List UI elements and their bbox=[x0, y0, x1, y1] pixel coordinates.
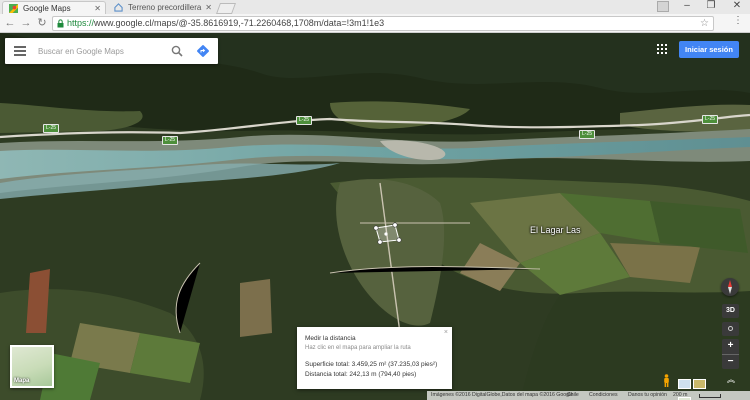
compass-needle-icon bbox=[728, 280, 732, 294]
sign-in-button[interactable]: Iniciar sesión bbox=[679, 41, 739, 58]
country-link[interactable]: Chile bbox=[567, 391, 579, 400]
place-label[interactable]: El Lagar Las bbox=[530, 225, 581, 235]
tab-close-icon[interactable]: ✕ bbox=[205, 1, 212, 14]
url-scheme: https:// bbox=[67, 18, 95, 28]
tab-google-maps[interactable]: Google Maps ✕ bbox=[2, 1, 106, 14]
feedback-link[interactable]: Danos tu opinión bbox=[628, 391, 667, 400]
reload-icon[interactable]: ↻ bbox=[35, 15, 49, 31]
total-distance: Distancia total: 242,13 m (794,40 pies) bbox=[305, 371, 417, 378]
browser-menu-icon[interactable]: ⋮ bbox=[733, 15, 743, 26]
home-favicon-icon bbox=[114, 3, 123, 12]
forward-arrow-icon[interactable]: → bbox=[19, 15, 33, 31]
measure-hint: Haz clic en el mapa para ampliar la ruta bbox=[305, 345, 411, 351]
total-area: Superficie total: 3.459,25 m² (37.235,03… bbox=[305, 361, 438, 368]
bookmark-star-icon[interactable]: ☆ bbox=[700, 17, 709, 30]
layer-thumb[interactable] bbox=[678, 379, 691, 389]
minimize-button[interactable]: – bbox=[676, 0, 698, 13]
footer-bar: Imágenes ©2016 DigitalGlobe,Datos del ma… bbox=[427, 391, 750, 400]
location-icon bbox=[728, 326, 733, 331]
url-text: https://www.google.cl/maps/@-35.8616919,… bbox=[67, 17, 384, 30]
lock-icon bbox=[57, 19, 64, 28]
imagery-thumbnails[interactable] bbox=[678, 376, 718, 400]
layer-thumb[interactable] bbox=[693, 379, 706, 389]
tab-label: Google Maps bbox=[23, 4, 71, 13]
new-tab-button[interactable] bbox=[215, 3, 237, 14]
measure-distance-panel: Medir la distancia Haz clic en el mapa p… bbox=[297, 327, 452, 389]
browser-title-bar: Google Maps ✕ Terreno precordillera lin…… bbox=[0, 0, 750, 25]
zoom-in-button[interactable]: + bbox=[722, 339, 739, 355]
user-profile-icon[interactable] bbox=[657, 1, 669, 12]
close-window-button[interactable]: ✕ bbox=[726, 0, 748, 13]
pegman-icon[interactable] bbox=[663, 374, 670, 387]
browser-toolbar: ← → ↻ https://www.google.cl/maps/@-35.86… bbox=[0, 14, 750, 33]
zoom-out-button[interactable]: − bbox=[722, 355, 739, 370]
my-location-button[interactable] bbox=[722, 322, 739, 336]
imagery-credit: Imágenes ©2016 DigitalGlobe,Datos del ma… bbox=[431, 392, 574, 398]
3d-button[interactable]: 3D bbox=[722, 304, 739, 318]
address-bar[interactable]: https://www.google.cl/maps/@-35.8616919,… bbox=[52, 16, 714, 31]
measure-title: Medir la distancia bbox=[305, 335, 356, 342]
google-maps-favicon-icon bbox=[9, 4, 18, 13]
minimap-label: Mapa bbox=[14, 378, 30, 384]
maximize-button[interactable]: ❐ bbox=[700, 0, 722, 13]
map-type-toggle[interactable]: Mapa bbox=[10, 345, 54, 388]
zoom-control: + − bbox=[722, 339, 739, 369]
directions-icon[interactable] bbox=[196, 44, 210, 58]
scale-bar bbox=[699, 394, 721, 398]
url-path: www.google.cl/maps/@-35.8616919,-71.2260… bbox=[94, 18, 385, 28]
expand-icon[interactable]: ︽ bbox=[727, 374, 735, 385]
highway-label: L-25 bbox=[579, 130, 596, 139]
google-apps-icon[interactable] bbox=[657, 44, 667, 54]
close-icon[interactable]: × bbox=[444, 329, 448, 336]
satellite-map[interactable]: L-25 L-25 L-25 L-25 L-25 El Lagar Las In… bbox=[0, 33, 750, 400]
terms-link[interactable]: Condiciones bbox=[589, 391, 618, 400]
highway-label: L-25 bbox=[296, 116, 313, 125]
back-arrow-icon[interactable]: ← bbox=[3, 15, 17, 31]
scale-label[interactable]: 200 m bbox=[673, 391, 687, 400]
search-icon[interactable] bbox=[171, 45, 183, 57]
map-footer: Imágenes ©2016 DigitalGlobe,Datos del ma… bbox=[0, 391, 750, 400]
menu-hamburger-icon[interactable] bbox=[14, 46, 26, 56]
highway-label: L-25 bbox=[702, 115, 719, 124]
highway-label: L-25 bbox=[43, 124, 60, 133]
search-box bbox=[5, 38, 218, 64]
search-input[interactable] bbox=[38, 44, 168, 58]
tab-terreno[interactable]: Terreno precordillera lin… ✕ bbox=[108, 1, 216, 25]
compass-icon[interactable] bbox=[721, 278, 739, 296]
highway-label: L-25 bbox=[162, 136, 179, 145]
